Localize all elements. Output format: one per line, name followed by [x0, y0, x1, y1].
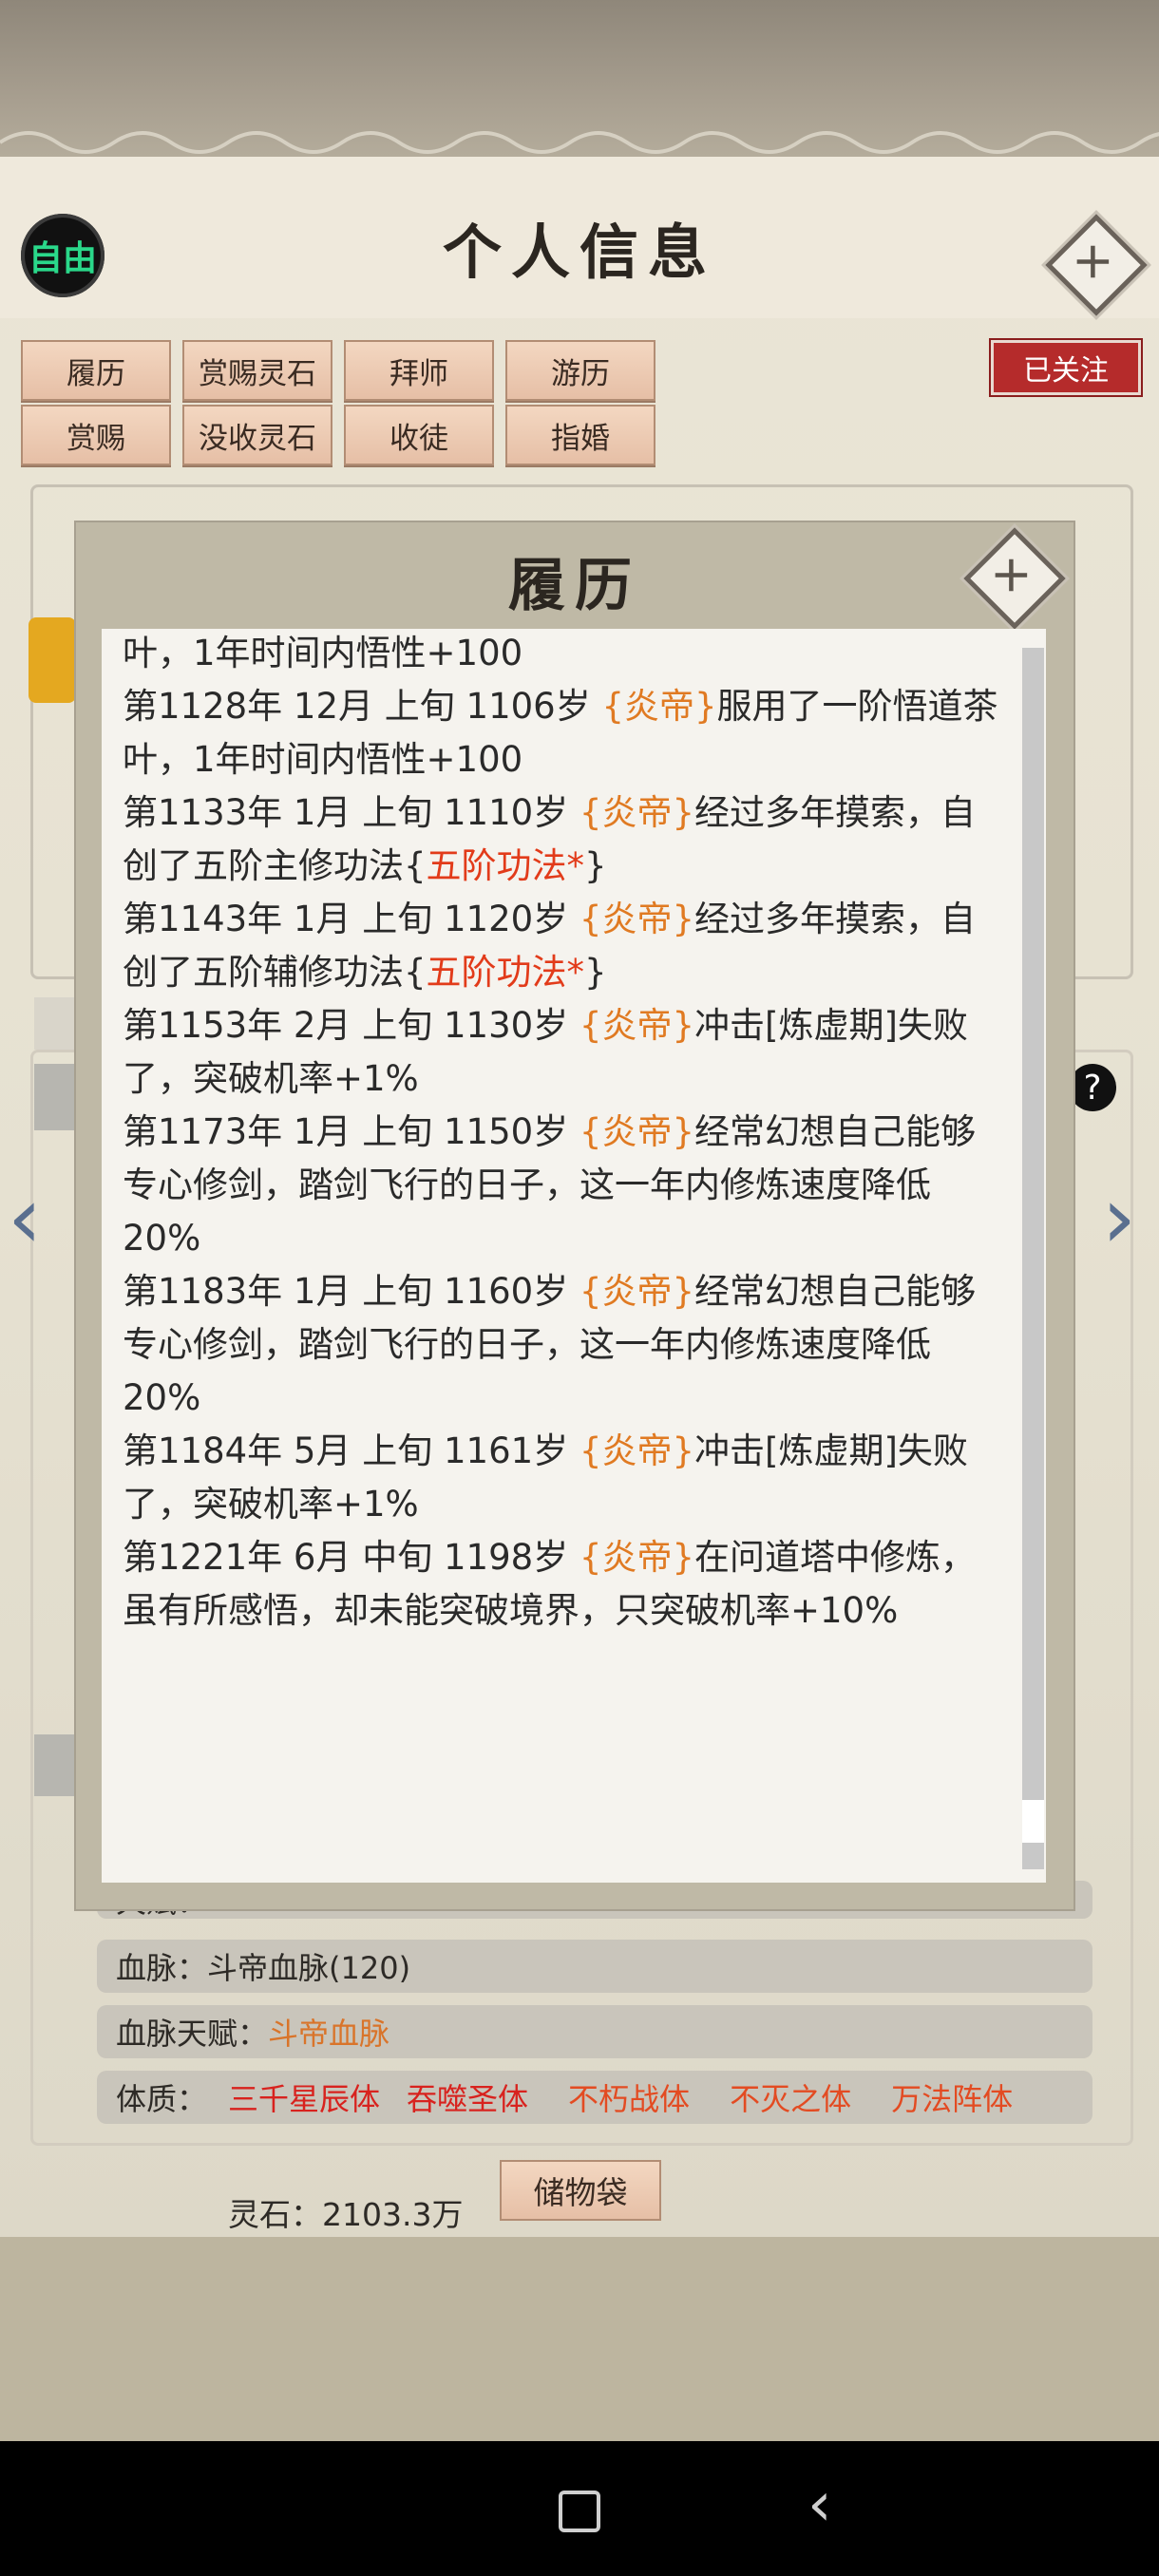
bloodline-row: 血脉： 斗帝血脉(120)	[97, 1940, 1092, 1993]
log-entry-skill: 五阶功法*	[426, 952, 585, 993]
log-entry-pre: 第1128年 12月 上旬 1106岁	[123, 686, 602, 727]
nav-home-icon[interactable]	[559, 2491, 600, 2532]
physique-item[interactable]: 万法阵体	[891, 2075, 1013, 2119]
log-entry-name: {炎帝}	[579, 1430, 695, 1471]
bloodline-value: 斗帝血脉(120)	[207, 1950, 411, 1986]
log-entry-name: {炎帝}	[579, 1005, 695, 1046]
confiscate-stones-button[interactable]: 没收灵石	[182, 405, 332, 465]
log-entry-name: {炎帝}	[601, 686, 717, 727]
close-icon: ✕	[1062, 231, 1125, 294]
log-entry-pre: 第1221年 6月 中旬 1198岁	[123, 1537, 580, 1578]
log-entry-skill: 五阶功法*	[426, 845, 585, 886]
rank-star-icon	[28, 617, 76, 703]
wave-border	[0, 131, 1159, 154]
followed-badge[interactable]: 已关注	[989, 338, 1143, 397]
right-arrow-icon[interactable]: ›	[1102, 1168, 1136, 1268]
log-entry-tail: }	[584, 952, 607, 993]
log-entry-pre: 第1173年 1月 上旬 1150岁	[123, 1111, 580, 1152]
log-entry-name: {炎帝}	[579, 1271, 695, 1312]
stone-label: 灵石：	[228, 2196, 322, 2233]
log-entry-name: {炎帝}	[579, 1111, 695, 1152]
resume-button[interactable]: 履历	[21, 340, 171, 401]
storage-bag-button[interactable]: 储物袋	[500, 2160, 661, 2221]
log-entry-pre: 第1133年 1月 上旬 1110岁	[123, 792, 580, 833]
log-entry: 第1173年 1月 上旬 1150岁 {炎帝}经常幻想自己能够专心修剑，踏剑飞行…	[123, 1106, 1006, 1265]
bloodline-talent-row: 血脉天赋： 斗帝血脉	[97, 2005, 1092, 2058]
bloodline-talent-value: 斗帝血脉	[268, 2016, 390, 2052]
stone-value: 2103.3万	[322, 2196, 464, 2233]
log-scroll-thumb[interactable]	[1022, 1800, 1044, 1843]
log-entry-pre: 第1184年 5月 上旬 1161岁	[123, 1430, 580, 1471]
log-entry: 第1143年 1月 上旬 1120岁 {炎帝}经过多年摸索，自创了五阶辅修功法{…	[123, 893, 1006, 999]
apprentice-button[interactable]: 拜师	[344, 340, 494, 401]
arrange-marriage-button[interactable]: 指婚	[505, 405, 656, 465]
log-entry-tail: }	[584, 845, 607, 886]
log-entry: 第1128年 12月 上旬 1106岁 {炎帝}服用了一阶悟道茶叶，1年时间内悟…	[123, 680, 1006, 786]
bloodline-talent-label: 血脉天赋：	[116, 2016, 269, 2052]
physique-item[interactable]: 三千星辰体	[228, 2075, 380, 2119]
log-entry-name: {炎帝}	[579, 792, 695, 833]
page-title: 个人信息	[442, 218, 716, 287]
log-entry: 第1153年 2月 上旬 1130岁 {炎帝}冲击[炼虚期]失败了，突破机率+1…	[123, 999, 1006, 1106]
tab-stub	[34, 997, 82, 1050]
log-list: 叶，1年时间内悟性+100 第1128年 12月 上旬 1106岁 {炎帝}服用了…	[123, 629, 1006, 1638]
physique-item[interactable]: 不灭之体	[730, 2075, 851, 2119]
left-arrow-icon[interactable]: ‹	[8, 1168, 42, 1268]
log-entry-pre: 第1143年 1月 上旬 1120岁	[123, 899, 580, 939]
modal-close-button[interactable]: ✕	[963, 527, 1066, 630]
physique-item[interactable]: 不朽战体	[568, 2075, 690, 2119]
take-disciple-button[interactable]: 收徒	[344, 405, 494, 465]
log-entry-name: {炎帝}	[579, 1537, 695, 1578]
log-entry-pre: 第1153年 2月 上旬 1130岁	[123, 1005, 580, 1046]
reward-button[interactable]: 赏赐	[21, 405, 171, 465]
system-nav-bar: ‹	[0, 2441, 1159, 2576]
physique-label: 体质：	[116, 2081, 208, 2117]
spirit-stone-count: 灵石：2103.3万	[228, 2189, 463, 2235]
log-entry: 叶，1年时间内悟性+100	[123, 629, 1006, 680]
log-entry: 第1183年 1月 上旬 1160岁 {炎帝}经常幻想自己能够专心修剑，踏剑飞行…	[123, 1265, 1006, 1425]
log-entry: 第1184年 5月 上旬 1161岁 {炎帝}冲击[炼虚期]失败了，突破机率+1…	[123, 1425, 1006, 1531]
top-ink-band	[0, 0, 1159, 161]
nav-back-icon[interactable]: ‹	[808, 2470, 832, 2540]
log-scrollbar[interactable]	[1022, 648, 1044, 1869]
physique-item[interactable]: 吞噬圣体	[407, 2075, 528, 2119]
modal-close-icon: ✕	[980, 544, 1043, 607]
travel-button[interactable]: 游历	[505, 340, 656, 401]
close-button[interactable]: ✕	[1045, 214, 1148, 316]
log-entry: 第1133年 1月 上旬 1110岁 {炎帝}经过多年摸索，自创了五阶主修功法{…	[123, 786, 1006, 893]
resume-log[interactable]: 叶，1年时间内悟性+100 第1128年 12月 上旬 1106岁 {炎帝}服用了…	[102, 629, 1046, 1883]
log-entry: 第1221年 6月 中旬 1198岁 {炎帝}在问道塔中修炼，虽有所感悟，却未能…	[123, 1531, 1006, 1638]
modal-title: 履历	[508, 553, 641, 619]
log-entry-name: {炎帝}	[579, 899, 695, 939]
reward-stones-button[interactable]: 赏赐灵石	[182, 340, 332, 401]
physique-row: 体质： 三千星辰体 吞噬圣体 不朽战体 不灭之体 万法阵体	[97, 2071, 1092, 2124]
log-entry-pre: 叶，1年时间内悟性+100	[123, 633, 523, 673]
bloodline-label: 血脉：	[116, 1950, 208, 1986]
log-entry-pre: 第1183年 1月 上旬 1160岁	[123, 1271, 580, 1312]
